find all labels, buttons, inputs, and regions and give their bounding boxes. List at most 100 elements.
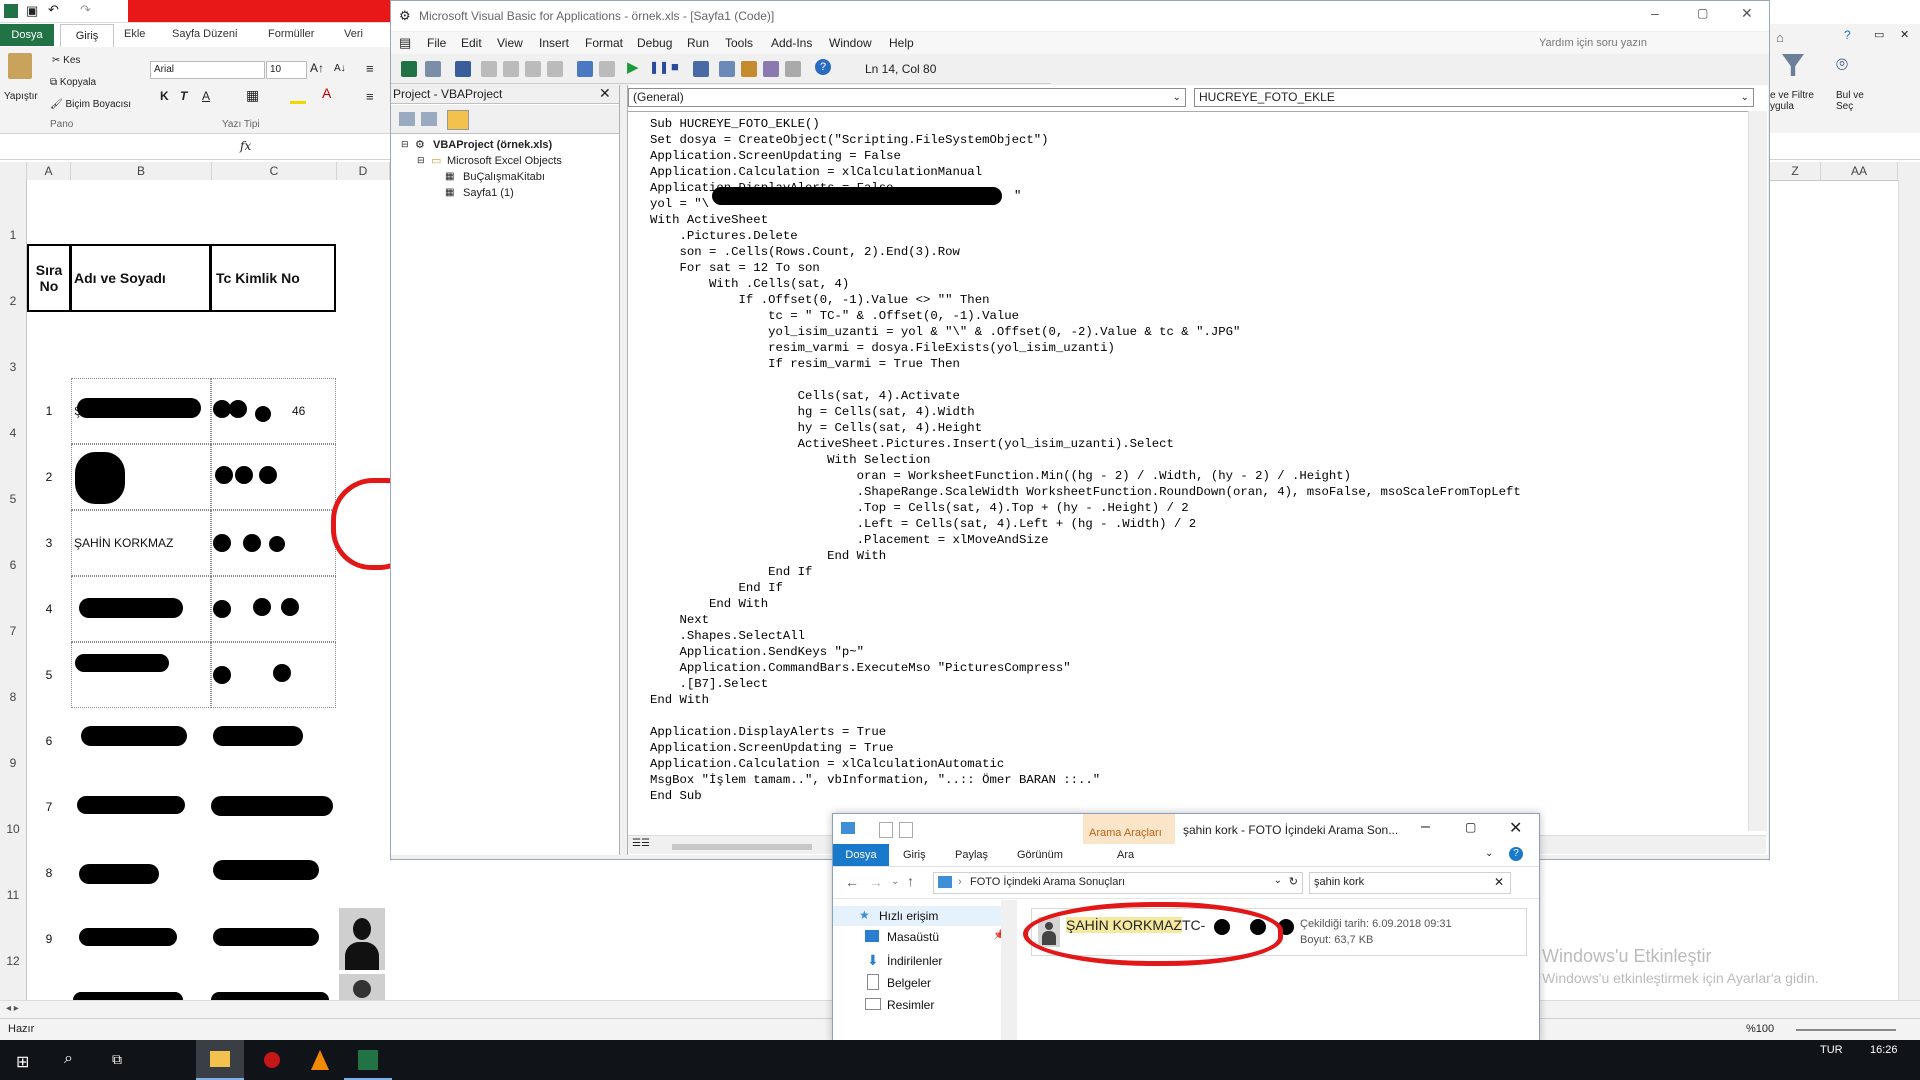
taskbar-recorder[interactable] (248, 1040, 296, 1080)
formula-bar-right[interactable] (1770, 137, 1920, 160)
redo-icon[interactable] (599, 61, 615, 77)
table-row-name[interactable] (71, 642, 211, 708)
clear-search-icon[interactable]: ✕ (1494, 875, 1504, 889)
object-combo[interactable]: (General) ⌄ (628, 88, 1186, 107)
header-tc-kimlik[interactable]: Tc Kimlik No (210, 244, 336, 312)
table-row-name[interactable]: ŞAHİN KORKMAZ (71, 510, 211, 576)
start-button[interactable]: ⊞ (0, 1040, 48, 1080)
code-line[interactable]: End If (650, 580, 783, 596)
table-row-no[interactable]: 1 (27, 378, 71, 444)
column-header[interactable]: A (27, 162, 71, 180)
column-header[interactable]: C (212, 162, 337, 180)
code-line[interactable]: son = .Cells(Rows.Count, 2).End(3).Row (650, 244, 960, 260)
code-line[interactable]: oran = WorksheetFunction.Min((hg - 2) / … (650, 468, 1351, 484)
code-line[interactable]: Application.SendKeys "p~" (650, 644, 865, 660)
fx-icon[interactable]: fx (240, 139, 251, 153)
close-icon[interactable]: ✕ (1900, 28, 1909, 41)
procedure-view-icon[interactable]: ☰☰ (632, 838, 650, 849)
row-header[interactable]: 4 (0, 426, 26, 440)
row-header[interactable]: 12 (0, 954, 26, 968)
tab-ekle[interactable]: Ekle (124, 28, 145, 40)
run-icon[interactable]: ▶ (627, 58, 639, 76)
fill-color-icon[interactable] (290, 87, 306, 104)
menu-run[interactable]: Run (687, 36, 709, 50)
code-line[interactable]: .Placement = xlMoveAndSize (650, 532, 1049, 548)
up-arrow-icon[interactable]: ↑ (907, 873, 914, 889)
vertical-scrollbar[interactable] (1898, 180, 1920, 1000)
back-arrow-icon[interactable]: ← (845, 874, 859, 890)
nav-scrollbar[interactable] (1001, 900, 1017, 1040)
search-input[interactable]: şahin kork (1314, 876, 1364, 888)
code-line[interactable]: MsgBox "İşlem tamam..", vbInformation, "… (650, 772, 1100, 788)
code-line[interactable]: End With (650, 692, 709, 708)
font-size-select[interactable]: 10 (266, 61, 307, 79)
column-header[interactable]: AA (1821, 162, 1898, 180)
collapse-icon[interactable]: ⊟ (417, 155, 425, 166)
tab-veri[interactable]: Veri (344, 28, 363, 40)
toggle-folders-icon[interactable] (447, 110, 469, 130)
format-painter-button[interactable]: 🖌 Biçim Boyacısı (50, 99, 131, 110)
minimize-icon[interactable]: – (1421, 818, 1430, 836)
header-sira-no[interactable]: Sıra No (27, 244, 71, 312)
tab-dosya[interactable]: Dosya (833, 844, 889, 866)
close-pane-icon[interactable]: ✕ (599, 85, 611, 102)
reset-icon[interactable]: ■ (671, 59, 679, 74)
menu-file[interactable]: File (427, 36, 446, 50)
table-row-no[interactable]: 9 (27, 906, 71, 972)
table-row-no[interactable]: 8 (27, 840, 71, 906)
font-color-icon[interactable]: A (322, 85, 331, 101)
code-line[interactable]: Set dosya = CreateObject("Scripting.File… (650, 132, 1048, 148)
code-line[interactable]: .Left = Cells(sat, 4).Left + (hg - .Widt… (650, 516, 1196, 532)
menu-help[interactable]: Help (889, 36, 914, 50)
column-header[interactable]: D (337, 162, 390, 180)
save-icon[interactable] (455, 61, 471, 77)
table-row-no[interactable]: 5 (27, 642, 71, 708)
header-adi-soyadi[interactable]: Adı ve Soyadı (70, 244, 211, 312)
object-browser-icon[interactable] (763, 61, 779, 77)
tree-vbaproject[interactable]: VBAProject (örnek.xls) (433, 139, 552, 151)
code-line[interactable]: resim_varmi = dosya.FileExists(yol_isim_… (650, 340, 1115, 356)
minimize-ribbon-icon[interactable]: ⌂ (1776, 30, 1784, 45)
copy-button[interactable]: ⧉ Kopyala (50, 77, 96, 88)
design-mode-icon[interactable] (693, 61, 709, 77)
forward-arrow-icon[interactable]: → (869, 874, 883, 890)
restore-icon[interactable]: ▭ (1874, 28, 1884, 41)
menu-edit[interactable]: Edit (461, 36, 482, 50)
find-select-label[interactable]: Bul ve Seç (1836, 90, 1864, 112)
row-header[interactable]: 7 (0, 624, 26, 638)
nav-resimler[interactable]: Resimler (887, 998, 934, 1012)
bold-button[interactable]: K (160, 89, 169, 103)
menu-format[interactable]: Format (585, 36, 623, 50)
row-header[interactable]: 11 (0, 888, 26, 902)
code-line[interactable]: .Pictures.Delete (650, 228, 798, 244)
menu-tools[interactable]: Tools (725, 36, 753, 50)
code-line[interactable]: End If (650, 564, 812, 580)
code-line[interactable]: Sub HUCREYE_FOTO_EKLE() (650, 116, 820, 132)
row-header[interactable]: 1 (0, 228, 26, 242)
address-bar[interactable]: › FOTO İçindeki Arama Sonuçları ⌄ ↻ (933, 872, 1303, 894)
break-icon[interactable]: ❚❚ (649, 60, 669, 74)
code-editor[interactable]: Sub HUCREYE_FOTO_EKLE() Set dosya = Creat… (628, 111, 1748, 812)
align-left-icon[interactable]: ≡ (366, 89, 374, 104)
code-line[interactable]: With .Cells(sat, 4) (650, 276, 849, 292)
menu-debug[interactable]: Debug (637, 36, 672, 50)
row-header[interactable]: 10 (0, 822, 26, 836)
nav-belgeler[interactable]: Belgeler (887, 976, 931, 990)
column-header[interactable]: Z (1770, 162, 1821, 180)
tab-giris[interactable]: Giriş (60, 24, 114, 47)
refresh-icon[interactable]: ↻ (1289, 875, 1298, 888)
code-line[interactable]: If resim_varmi = True Then (650, 356, 960, 372)
excel-view-icon[interactable]: ▤ (399, 35, 411, 51)
table-row-no[interactable]: 4 (27, 576, 71, 642)
input-language[interactable]: TUR (1820, 1044, 1843, 1056)
tab-formuller[interactable]: Formüller (268, 28, 314, 40)
sort-filter-label[interactable]: e ve Filtre ygula (1770, 90, 1814, 112)
tree-sheet1[interactable]: Sayfa1 (1) (463, 187, 514, 199)
binoculars-icon[interactable]: ⌾ (1836, 54, 1848, 77)
code-line[interactable]: .ShapeRange.ScaleWidth WorksheetFunction… (650, 484, 1521, 500)
table-row-no[interactable]: 6 (27, 708, 71, 774)
italic-button[interactable]: T (180, 89, 187, 103)
clock[interactable]: 16:26 (1870, 1044, 1898, 1056)
close-icon[interactable]: ✕ (1509, 818, 1522, 838)
tree-workbook[interactable]: BuÇalışmaKitabı (463, 171, 545, 183)
